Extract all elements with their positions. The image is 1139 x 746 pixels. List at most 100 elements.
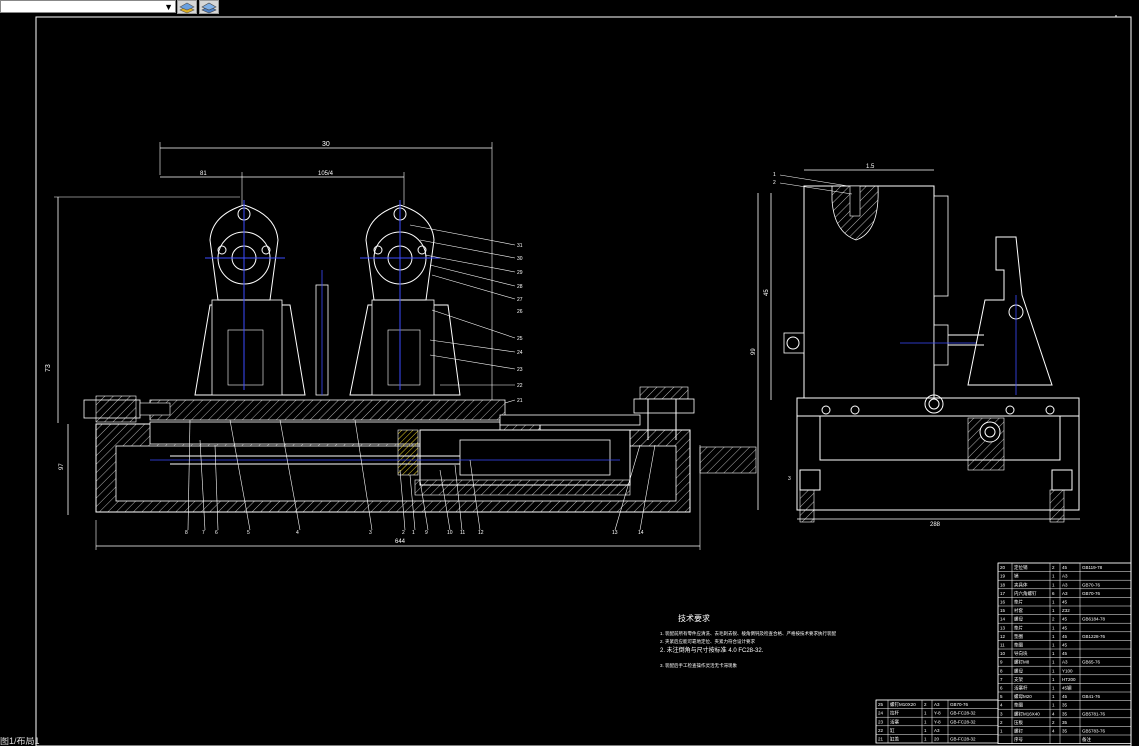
leader-label: 25 bbox=[517, 336, 523, 342]
tech-title: 技术要求 bbox=[678, 613, 710, 623]
table-cell: 45 bbox=[1062, 634, 1068, 639]
leader-label: 26 bbox=[517, 309, 523, 315]
table-cell: 螺钉M16X40 bbox=[1014, 710, 1040, 717]
table-cell: 1 bbox=[1052, 582, 1055, 587]
table-cell: 1 bbox=[1052, 608, 1055, 613]
table-cell: 35 bbox=[1062, 720, 1068, 725]
table-cell: 内六角螺钉 bbox=[1014, 590, 1037, 597]
table-cell: 45 bbox=[1062, 694, 1068, 699]
table-cell: Y100 bbox=[1062, 668, 1073, 673]
table-cell: 7 bbox=[1000, 677, 1003, 682]
table-cell: Y-8 bbox=[934, 719, 941, 724]
table-cell: 螺母 bbox=[1014, 616, 1023, 623]
table-cell: 螺钉 bbox=[1014, 728, 1023, 735]
leader-label: 4 bbox=[296, 530, 299, 536]
table-cell: A3 bbox=[1062, 574, 1068, 579]
leader-label: 23 bbox=[517, 367, 523, 373]
table-cell: 1 bbox=[1052, 660, 1055, 665]
table-cell: 螺母 bbox=[1014, 667, 1023, 674]
dim-left-pitch: 81 bbox=[200, 171, 207, 177]
leader-label: 11 bbox=[460, 530, 465, 536]
table-cell: 20 bbox=[934, 737, 940, 742]
cad-drawing-canvas[interactable]: 30 81 105/4 73 97 644 1.5 45 99 288 1 2 … bbox=[0, 15, 1139, 746]
table-cell: 螺钉M8 bbox=[1014, 659, 1030, 666]
dim-side-height2: 99 bbox=[751, 348, 757, 355]
table-cell: 支架 bbox=[1014, 676, 1023, 683]
tech-line: 3. 装配后手工检查操作灵活无卡滞现象 bbox=[660, 662, 738, 669]
toolbar: ▼ bbox=[0, 0, 1139, 15]
table-cell: 3 bbox=[1000, 711, 1003, 716]
table-cell: 1 bbox=[1052, 625, 1055, 630]
table-cell: GB70-76 bbox=[950, 702, 969, 707]
table-cell: 螺母M20 bbox=[1014, 693, 1032, 700]
table-cell: 12 bbox=[1000, 634, 1006, 639]
table-cell: 销 bbox=[1014, 573, 1019, 580]
leader-label: 28 bbox=[517, 284, 523, 290]
table-cell: GB65-76 bbox=[1082, 660, 1101, 665]
table-cell: 1 bbox=[1052, 574, 1055, 579]
table-cell: 垫圈 bbox=[1014, 633, 1023, 640]
leader-label: 21 bbox=[517, 398, 523, 404]
table-cell: 16 bbox=[1000, 600, 1006, 605]
table-cell: 4 bbox=[1000, 703, 1003, 708]
table-cell: 1 bbox=[1052, 643, 1055, 648]
layer-dropdown[interactable]: ▼ bbox=[0, 0, 176, 13]
table-cell: 45钢 bbox=[1062, 685, 1072, 692]
table-cell: Z32 bbox=[1062, 608, 1070, 613]
table-cell: 11 bbox=[1000, 643, 1005, 648]
table-cell: 1 bbox=[1052, 694, 1055, 699]
dim-overall-width: 30 bbox=[322, 141, 330, 148]
chevron-down-icon[interactable]: ▼ bbox=[164, 2, 173, 12]
dim-side-base: 288 bbox=[930, 522, 941, 528]
table-cell: GB70-76 bbox=[1082, 591, 1101, 596]
table-cell: 1 bbox=[1052, 668, 1055, 673]
leader-label: 13 bbox=[612, 530, 618, 536]
leader-label: 24 bbox=[517, 350, 523, 356]
table-cell: 备注 bbox=[1082, 736, 1091, 743]
front-view: 30 81 105/4 73 97 644 bbox=[45, 141, 757, 550]
table-cell: 13 bbox=[1000, 625, 1006, 630]
table-cell: 15 bbox=[1000, 608, 1006, 613]
right-vblock bbox=[349, 200, 461, 396]
side-label-2: 2 bbox=[773, 180, 776, 186]
table-cell: GB-FC28-32 bbox=[950, 737, 976, 742]
table-cell: 1 bbox=[1052, 686, 1055, 691]
table-cell: 垫片 bbox=[1014, 624, 1023, 631]
table-cell: GB5781-76 bbox=[1082, 711, 1106, 716]
table-cell: 6 bbox=[1000, 686, 1003, 691]
table-cell: HT200 bbox=[1062, 677, 1076, 682]
side-label-3: 3 bbox=[788, 476, 791, 482]
table-cell: GB119-78 bbox=[1082, 565, 1103, 570]
table-cell: 22 bbox=[878, 728, 884, 733]
dim-side-width: 1.5 bbox=[866, 164, 875, 170]
table-cell: 活塞 bbox=[890, 718, 899, 725]
table-cell: 23 bbox=[878, 719, 884, 724]
leader-label: 1 bbox=[412, 530, 415, 536]
leader-label: 31 bbox=[517, 243, 523, 249]
layer-previous-icon[interactable] bbox=[199, 0, 219, 14]
dim-base-length: 644 bbox=[395, 539, 406, 545]
tech-requirements: 技术要求 1. 装配前所有零件应清洗、去毛刺去锐、棱角倒钝及检查合格、严格按技术… bbox=[660, 613, 836, 669]
table-cell: 1 bbox=[1052, 703, 1055, 708]
table-cell: 1 bbox=[924, 737, 927, 742]
dim-base-height: 97 bbox=[59, 463, 65, 470]
table-cell: 拉杆 bbox=[890, 710, 899, 717]
table-cell: 螺钉M10X20 bbox=[890, 701, 916, 708]
table-cell: 24 bbox=[878, 711, 884, 716]
table-cell: 19 bbox=[1000, 574, 1006, 579]
left-vblock bbox=[194, 200, 306, 396]
table-cell: 导向块 bbox=[1014, 650, 1028, 657]
table-cell: 缸盖 bbox=[890, 736, 899, 742]
table-cell: A3 bbox=[1062, 591, 1068, 596]
leader-label: 5 bbox=[247, 530, 250, 536]
leader-label: 9 bbox=[425, 530, 428, 536]
layer-states-icon[interactable] bbox=[177, 0, 197, 14]
table-cell: GB-FC28-32 bbox=[950, 719, 976, 724]
table-cell: GB70-76 bbox=[1082, 582, 1101, 587]
side-view: 1.5 45 99 288 1 2 3 bbox=[751, 164, 1080, 528]
table-cell: 45 bbox=[1062, 643, 1068, 648]
table-cell: 45 bbox=[1062, 600, 1068, 605]
table-cell: 1 bbox=[1052, 634, 1055, 639]
table-cell: 21 bbox=[878, 737, 884, 742]
status-text: 图1/布局1 bbox=[0, 737, 40, 746]
